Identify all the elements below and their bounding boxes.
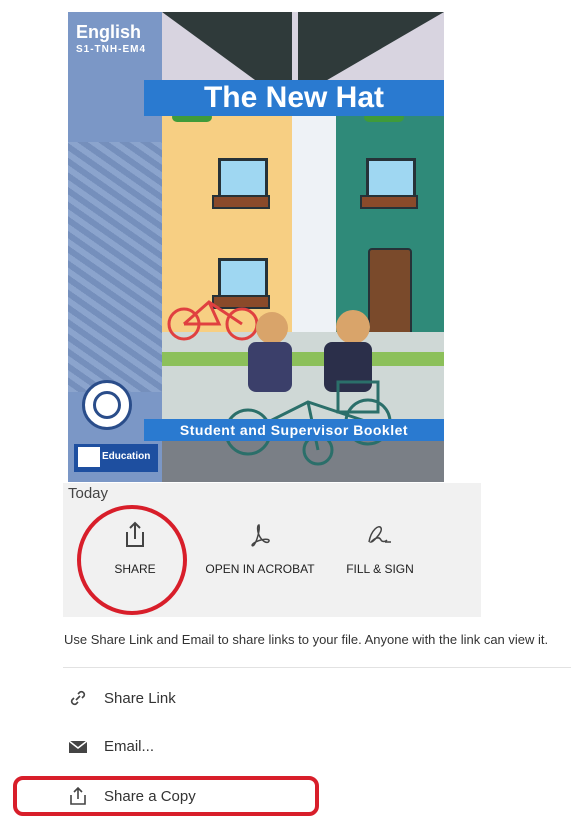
share-link-label: Share Link: [104, 689, 176, 707]
nsw-education-logo: Education: [74, 444, 158, 472]
book-cover: English S1-TNH-EM4 The New Hat Student a…: [68, 12, 444, 482]
fill-sign-button[interactable]: FILL & SIGN: [330, 520, 430, 576]
planter-box: [360, 195, 418, 209]
email-label: Email...: [104, 738, 155, 755]
today-label: Today: [68, 485, 109, 502]
open-in-acrobat-label: OPEN IN ACROBAT: [205, 562, 315, 576]
cover-subtitle: Student and Supervisor Booklet: [144, 419, 444, 441]
cover-code: S1-TNH-EM4: [76, 44, 147, 55]
highlight-rectangle-annotation: [13, 776, 319, 816]
acrobat-icon: [251, 524, 270, 547]
fill-sign-icon: [368, 526, 391, 543]
cover-subject: English: [76, 22, 142, 42]
link-icon: [70, 690, 86, 706]
child-figure: [336, 310, 370, 344]
email-item[interactable]: Email...: [66, 738, 154, 755]
tricycle-illustration: [224, 380, 392, 466]
email-icon: [68, 739, 88, 753]
nsw-waratah-icon: [78, 447, 100, 467]
open-in-acrobat-button[interactable]: OPEN IN ACROBAT: [200, 520, 320, 576]
share-link-item[interactable]: Share Link: [66, 688, 176, 708]
window: [366, 158, 416, 198]
door: [368, 248, 412, 342]
child-figure: [256, 312, 288, 344]
cover-title: The New Hat: [144, 80, 444, 116]
distance-education-badge-icon: [82, 380, 132, 430]
fill-sign-label: FILL & SIGN: [346, 562, 414, 576]
nsw-education-label: Education: [102, 451, 151, 462]
share-info-text: Use Share Link and Email to share links …: [64, 632, 549, 647]
planter-box: [212, 195, 270, 209]
divider: [63, 667, 571, 668]
highlight-circle-annotation: [77, 505, 187, 615]
bicycle-illustration: [167, 300, 259, 341]
window: [218, 158, 268, 198]
